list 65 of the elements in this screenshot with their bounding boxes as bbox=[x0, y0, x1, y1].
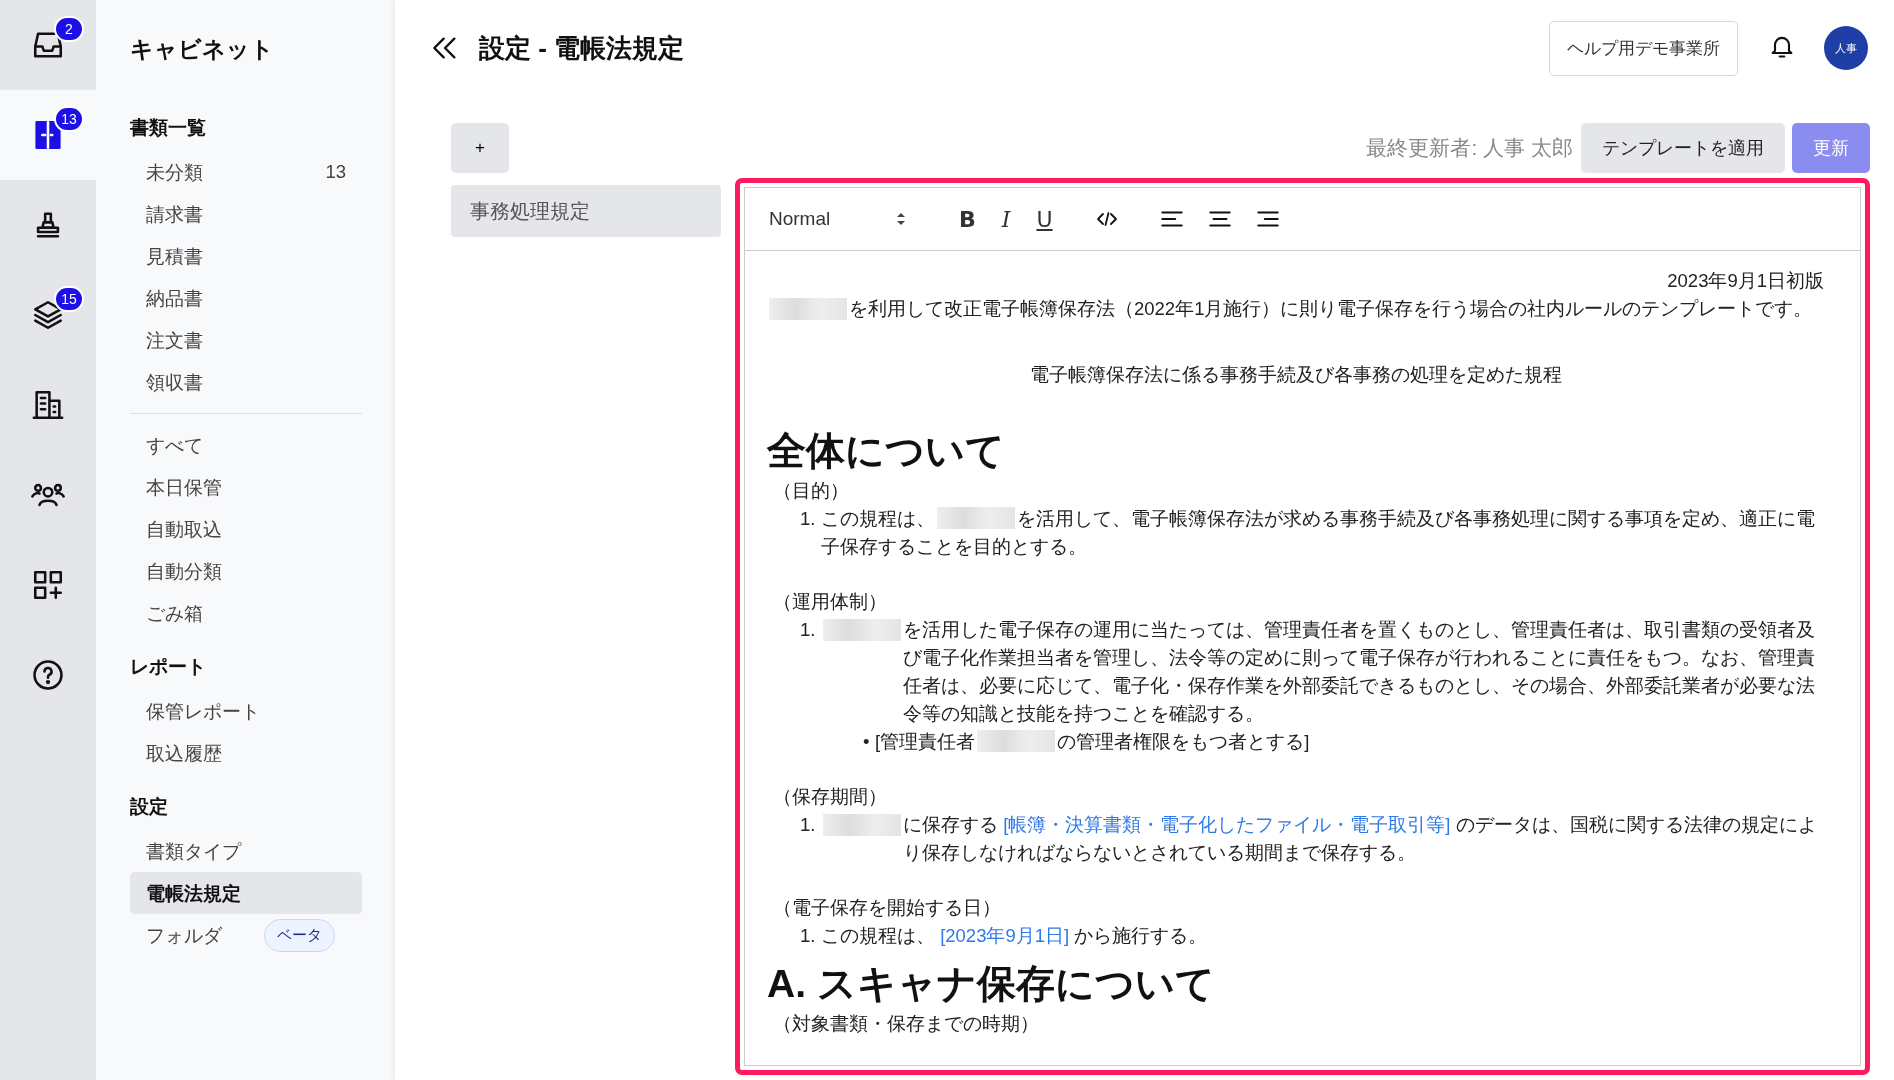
document-text: [管理責任者 の管理者権限をもつ者とする] bbox=[875, 729, 1310, 754]
list-marker: 1. bbox=[800, 924, 817, 948]
up-down-caret-icon bbox=[895, 210, 907, 228]
sidebar-item[interactable]: 見積書 bbox=[130, 235, 362, 277]
document-heading: 全体について bbox=[767, 429, 1005, 472]
document-text: 電子帳簿保存法に係る事務手続及び各事務の処理を定めた規程 bbox=[1028, 363, 1563, 387]
list-marker: 1. bbox=[800, 618, 817, 642]
count-badge: 15 bbox=[54, 286, 84, 312]
count-badge: 2 bbox=[54, 16, 84, 42]
apps-add-icon bbox=[31, 568, 65, 602]
template-item[interactable]: 事務処理規定 bbox=[451, 185, 721, 237]
document-text: 2023年9月1日初版 bbox=[1666, 269, 1824, 293]
sidebar-item[interactable]: 書類タイプ bbox=[130, 830, 362, 872]
link[interactable]: [2023年9月1日] bbox=[940, 925, 1070, 946]
app-title: キャビネット bbox=[130, 35, 274, 64]
sidebar-item[interactable]: フォルダ ベータ bbox=[130, 914, 362, 956]
link[interactable]: [帳簿・決算書類・電子化したファイル・電子取引等] bbox=[1003, 814, 1451, 835]
list-marker: • bbox=[863, 730, 871, 754]
nav-rail-item[interactable]: 2 bbox=[0, 0, 96, 90]
office-button[interactable]: ヘルプ用デモ事業所 bbox=[1549, 20, 1738, 76]
sidebar-item[interactable]: 自動取込 bbox=[130, 508, 362, 550]
document-text: に保存する [帳簿・決算書類・電子化したファイル・電子取引等] のデータは、国税に関する法律の規定により保存しなければならないとされている期間まで保存する。 bbox=[903, 813, 1818, 865]
item-count: 13 bbox=[325, 161, 346, 183]
page-title: 設定 - 電帳法規定 bbox=[479, 31, 685, 65]
format-select[interactable]: Normal bbox=[769, 208, 907, 230]
document-heading: A. スキャナ保存について bbox=[767, 962, 1215, 1005]
section-heading: 設定 bbox=[130, 795, 169, 819]
sidebar-item[interactable]: 保管レポート bbox=[130, 690, 362, 732]
sidebar-item[interactable]: すべて bbox=[130, 424, 362, 466]
document-text: を利用して改正電子帳簿保存法（2022年1月施行）に則り電子保存を行う場合の社内ルールのテンプレートです。 bbox=[849, 297, 1814, 321]
sidebar-item[interactable]: 自動分類 bbox=[130, 550, 362, 592]
sidebar-item[interactable]: ごみ箱 bbox=[130, 592, 362, 634]
underline-button[interactable]: U bbox=[1032, 204, 1057, 234]
nav-rail-item[interactable]: 15 bbox=[0, 270, 96, 360]
sidebar-item[interactable]: 未分類 13 bbox=[130, 151, 362, 193]
help-icon bbox=[31, 658, 65, 692]
document-text: （電子保存を開始する日） bbox=[772, 896, 1002, 920]
document-text: （運用体制） bbox=[772, 590, 888, 614]
nav-rail-item[interactable]: 13 bbox=[0, 90, 96, 180]
section-heading: 書類一覧 bbox=[130, 116, 207, 140]
add-button[interactable]: + bbox=[451, 123, 509, 173]
bold-button[interactable]: B bbox=[955, 204, 980, 234]
sidebar-item[interactable]: 注文書 bbox=[130, 319, 362, 361]
user-avatar[interactable]: 人事 bbox=[1824, 26, 1868, 70]
sidebar-item[interactable]: 請求書 bbox=[130, 193, 362, 235]
beta-tag: ベータ bbox=[264, 918, 335, 952]
sidebar-item[interactable]: 本日保管 bbox=[130, 466, 362, 508]
document-text: （目的） bbox=[772, 479, 850, 503]
italic-button[interactable]: I bbox=[997, 204, 1015, 234]
sidebar-item[interactable]: 領収書 bbox=[130, 361, 362, 403]
document-text: を活用した電子保存の運用に当たっては、管理責任者を置くものとし、管理責任者は、取引書類の受領者及び電子化作業担当者を管理し、法令等の定めに則って電子保存が行われることに責任をもつ。なお、管理責任者は、必要に応じて、電子化・保存作業を外部委託できるものとし、その場合、外部委託業者が必要な法令等の知識と技能を持つことを確認する。 bbox=[903, 618, 1816, 726]
document-text: この規程は、 [2023年9月1日] から施行する。 bbox=[821, 924, 1208, 948]
building-icon bbox=[31, 388, 65, 422]
sidebar-item[interactable]: 納品書 bbox=[130, 277, 362, 319]
count-badge: 13 bbox=[54, 106, 84, 132]
document-text: この規程は、 を活用して、電子帳簿保存法が求める事務手続及び各事務処理に関する事項を定め、適正に電子保存することを目的とする。 bbox=[821, 506, 1816, 559]
sidebar-item[interactable]: 電帳法規定 bbox=[130, 872, 362, 914]
document-text: （対象書類・保存までの時期） bbox=[772, 1012, 1040, 1036]
list-marker: 1. bbox=[800, 813, 817, 837]
document-text: （保存期間） bbox=[772, 785, 888, 809]
sidebar-item[interactable]: 取込履歴 bbox=[130, 732, 362, 774]
section-heading: レポート bbox=[130, 655, 207, 679]
apply-template-button[interactable]: テンプレートを適用 bbox=[1581, 123, 1785, 173]
list-marker: 1. bbox=[800, 507, 817, 531]
last-updated-text: 最終更新者: 人事 太郎 bbox=[1366, 135, 1573, 161]
